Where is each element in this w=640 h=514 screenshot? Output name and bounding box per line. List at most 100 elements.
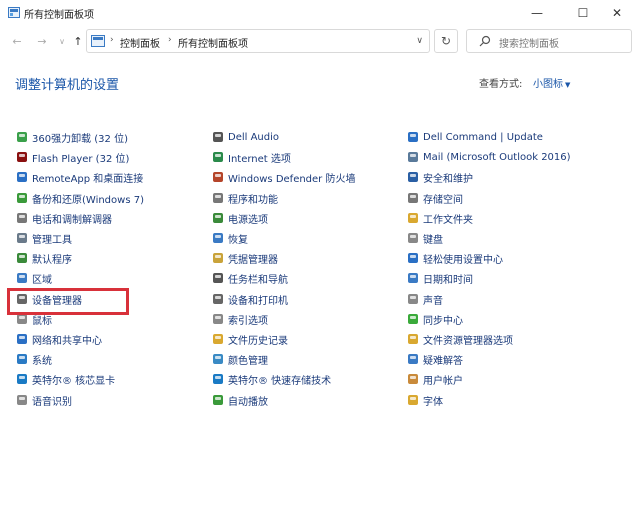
control-panel-item[interactable]: 电源选项 — [212, 210, 268, 226]
file-history-icon — [212, 333, 224, 345]
recovery-icon — [212, 232, 224, 244]
control-panel-item[interactable]: 设备和打印机 — [212, 291, 288, 307]
control-panel-item[interactable]: 凭据管理器 — [212, 250, 278, 266]
remote-icon — [16, 171, 28, 183]
control-panel-item-label: 文件历史记录 — [228, 335, 288, 347]
control-panel-item[interactable]: 备份和还原(Windows 7) — [16, 190, 144, 206]
control-panel-item[interactable]: 区域 — [16, 270, 52, 286]
minimize-button[interactable]: — — [514, 0, 560, 26]
control-panel-item-label: 电话和调制解调器 — [32, 214, 112, 226]
folder-options-icon — [407, 333, 419, 345]
control-panel-item[interactable]: 自动播放 — [212, 392, 268, 408]
control-panel-item[interactable]: 安全和维护 — [407, 169, 473, 185]
control-panel-item-label: 区域 — [32, 274, 52, 286]
breadcrumb-control-panel[interactable]: 控制面板 — [120, 35, 160, 50]
control-panel-item[interactable]: Mail (Microsoft Outlook 2016) — [407, 149, 571, 165]
control-panel-item[interactable]: 英特尔® 快速存储技术 — [212, 371, 331, 387]
control-panel-item[interactable]: 颜色管理 — [212, 351, 268, 367]
control-panel-item-label: 电源选项 — [228, 214, 268, 226]
control-panel-item-label: 自动播放 — [228, 396, 268, 408]
address-bar[interactable]: › 控制面板 › 所有控制面板项 ∨ — [86, 29, 430, 53]
up-button[interactable]: ↑ — [71, 34, 85, 48]
dell-update-icon — [407, 131, 419, 143]
recent-locations-dropdown[interactable]: ∨ — [55, 34, 69, 48]
index-icon — [212, 313, 224, 325]
control-panel-item-label: 凭据管理器 — [228, 254, 278, 266]
control-panel-item[interactable]: 电话和调制解调器 — [16, 210, 112, 226]
control-panel-item[interactable]: 管理工具 — [16, 230, 72, 246]
control-panel-item[interactable]: Internet 选项 — [212, 149, 291, 165]
control-panel-item-label: Dell Command | Update — [423, 131, 543, 143]
control-panel-item[interactable]: 网络和共享中心 — [16, 331, 102, 347]
control-panel-item-label: 语音识别 — [32, 396, 72, 408]
default-programs-icon — [16, 252, 28, 264]
control-panel-item[interactable]: Dell Command | Update — [407, 129, 543, 145]
forward-button[interactable]: → — [35, 34, 49, 48]
control-panel-item[interactable]: 英特尔® 核芯显卡 — [16, 371, 115, 387]
control-panel-item[interactable]: 360强力卸载 (32 位) — [16, 129, 128, 145]
address-dropdown-icon[interactable]: ∨ — [416, 36, 423, 46]
control-panel-item[interactable]: 键盘 — [407, 230, 443, 246]
control-panel-item-label: 安全和维护 — [423, 173, 473, 185]
control-panel-icon — [91, 35, 105, 47]
control-panel-item-label: 设备和打印机 — [228, 295, 288, 307]
control-panel-item[interactable]: 索引选项 — [212, 311, 268, 327]
highlight-box — [7, 288, 129, 315]
user-accounts-icon — [407, 373, 419, 385]
control-panel-item[interactable]: 用户帐户 — [407, 371, 463, 387]
work-folders-icon — [407, 212, 419, 224]
programs-icon — [212, 192, 224, 204]
color-icon — [212, 353, 224, 365]
control-panel-item[interactable]: 同步中心 — [407, 311, 463, 327]
control-panel-item[interactable]: 语音识别 — [16, 392, 72, 408]
control-panel-item[interactable]: 系统 — [16, 351, 52, 367]
control-panel-item-label: 用户帐户 — [423, 375, 463, 387]
refresh-button[interactable]: ↻ — [434, 29, 458, 53]
control-panel-item[interactable]: 文件历史记录 — [212, 331, 288, 347]
control-panel-item-label: 疑难解答 — [423, 355, 463, 367]
control-panel-item-label: 360强力卸载 (32 位) — [32, 133, 128, 145]
breadcrumb-all-items[interactable]: 所有控制面板项 — [178, 35, 248, 50]
search-icon — [479, 35, 491, 47]
control-panel-item-label: 恢复 — [228, 234, 248, 246]
back-button[interactable]: ← — [10, 34, 24, 48]
clock-icon — [407, 272, 419, 284]
ease-of-access-icon — [407, 252, 419, 264]
control-panel-item[interactable]: 任务栏和导航 — [212, 270, 288, 286]
microphone-icon — [16, 394, 28, 406]
control-panel-item[interactable]: Dell Audio — [212, 129, 279, 145]
control-panel-item-label: 任务栏和导航 — [228, 274, 288, 286]
control-panel-item[interactable]: 工作文件夹 — [407, 210, 473, 226]
control-panel-item[interactable]: RemoteApp 和桌面连接 — [16, 169, 143, 185]
control-panel-item-label: Dell Audio — [228, 131, 280, 143]
control-panel-item[interactable]: 轻松使用设置中心 — [407, 250, 503, 266]
firewall-icon — [212, 171, 224, 183]
intel-graphics-icon — [16, 373, 28, 385]
control-panel-item-label: 字体 — [423, 396, 443, 408]
sound-icon — [407, 293, 419, 305]
intel-storage-icon — [212, 373, 224, 385]
control-panel-item[interactable]: 存储空间 — [407, 190, 463, 206]
chevron-down-icon: ▼ — [565, 81, 571, 89]
control-panel-item-label: 索引选项 — [228, 315, 268, 327]
control-panel-item[interactable]: Flash Player (32 位) — [16, 149, 129, 165]
control-panel-item[interactable]: 程序和功能 — [212, 190, 278, 206]
search-input[interactable]: 搜索控制面板 — [466, 29, 632, 53]
window-title: 所有控制面板项 — [24, 10, 94, 21]
control-panel-item-label: Internet 选项 — [228, 153, 291, 165]
control-panel-item[interactable]: 日期和时间 — [407, 270, 473, 286]
control-panel-item-label: 程序和功能 — [228, 194, 278, 206]
control-panel-item[interactable]: 恢复 — [212, 230, 248, 246]
close-button[interactable]: ✕ — [594, 0, 640, 26]
control-panel-item[interactable]: 默认程序 — [16, 250, 72, 266]
control-panel-item-label: 备份和还原(Windows 7) — [32, 194, 144, 206]
control-panel-item[interactable]: Windows Defender 防火墙 — [212, 169, 355, 185]
view-by-dropdown[interactable]: 小图标 ▼ — [533, 75, 570, 90]
control-panel-item[interactable]: 声音 — [407, 291, 443, 307]
control-panel-item[interactable]: 字体 — [407, 392, 443, 408]
control-panel-item-label: 英特尔® 快速存储技术 — [228, 375, 332, 387]
control-panel-item[interactable]: 疑难解答 — [407, 351, 463, 367]
control-panel-item-label: 存储空间 — [423, 194, 463, 206]
phone-icon — [16, 212, 28, 224]
control-panel-item[interactable]: 文件资源管理器选项 — [407, 331, 513, 347]
